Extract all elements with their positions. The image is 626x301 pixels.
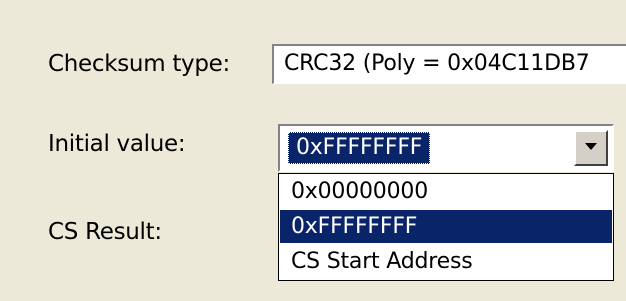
dropdown-option-cs-start-address[interactable]: CS Start Address [280, 245, 612, 278]
chevron-down-icon [585, 143, 597, 150]
initial-value-dropdown-list: 0x00000000 0xFFFFFFFF CS Start Address [278, 173, 614, 281]
dropdown-button[interactable] [574, 130, 608, 166]
initial-value-selected: 0xFFFFFFFF [288, 132, 431, 164]
checksum-type-label: Checksum type: [48, 51, 230, 77]
dialog-panel: Checksum type: CRC32 (Poly = 0x04C11DB7 … [0, 0, 626, 301]
initial-value-combobox[interactable]: 0xFFFFFFFF [278, 124, 614, 172]
initial-value-label: Initial value: [48, 131, 186, 157]
dropdown-option-zero[interactable]: 0x00000000 [280, 175, 612, 208]
checksum-type-field[interactable]: CRC32 (Poly = 0x04C11DB7 [272, 44, 626, 84]
dropdown-option-ffffffff[interactable]: 0xFFFFFFFF [280, 210, 612, 243]
cs-result-label: CS Result: [48, 219, 162, 245]
checksum-type-value: CRC32 (Poly = 0x04C11DB7 [284, 51, 590, 76]
